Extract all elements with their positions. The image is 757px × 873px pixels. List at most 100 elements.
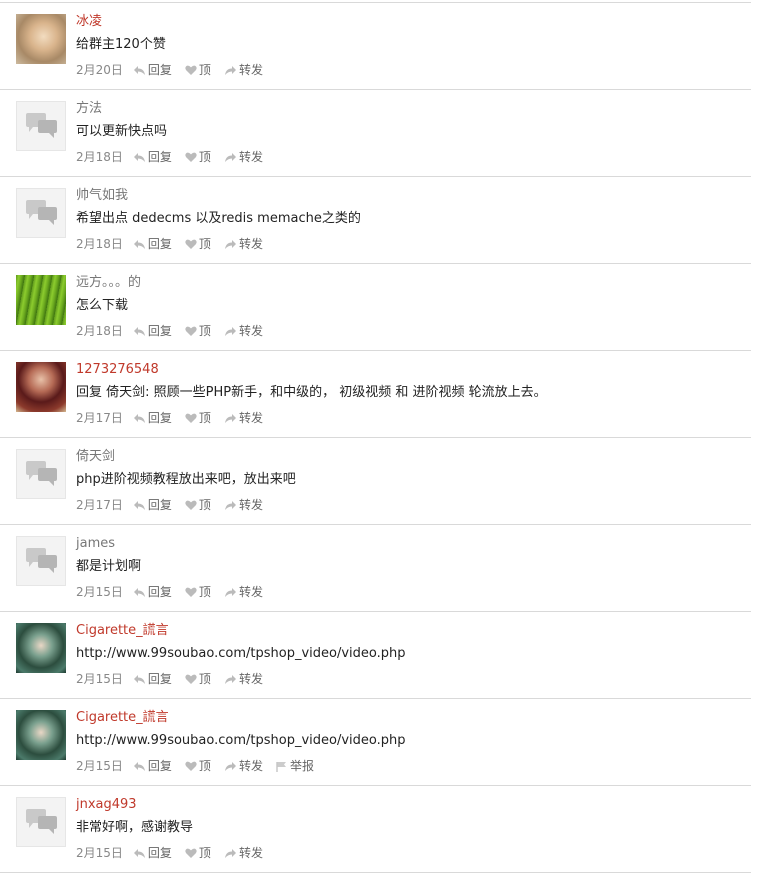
comment-date: 2月15日 (76, 585, 123, 599)
forward-button[interactable]: 转发 (224, 757, 263, 775)
comment-text: 回复 倚天剑: 照顾一些PHP新手，和中级的， 初级视频 和 进阶视频 轮流放上… (76, 385, 547, 400)
reply-button[interactable]: 回复 (133, 496, 172, 514)
reply-icon (133, 587, 145, 597)
reply-label: 回复 (147, 498, 172, 512)
like-button[interactable]: 顶 (185, 235, 211, 253)
reply-button[interactable]: 回复 (133, 583, 172, 601)
user-avatar[interactable] (16, 710, 66, 760)
comment-actions: 2月18日 回复 顶 转发 (76, 235, 276, 253)
default-avatar[interactable] (16, 101, 66, 151)
like-button[interactable]: 顶 (185, 757, 211, 775)
comment-author[interactable]: 远方。。。的 (76, 274, 141, 292)
forward-button[interactable]: 转发 (224, 235, 263, 253)
chat-bubbles-icon (26, 113, 57, 138)
forward-button[interactable]: 转发 (224, 322, 263, 340)
user-avatar[interactable] (16, 362, 66, 412)
reply-button[interactable]: 回复 (133, 235, 172, 253)
comment-author[interactable]: 冰凌 (76, 13, 102, 31)
forward-button[interactable]: 转发 (224, 844, 263, 862)
comment-list: 冰凌 给群主120个赞 2月20日 回复顶转发 方法 可以更新快点吗 2月18日 回复顶转发帅… (0, 2, 751, 873)
comment-text: http://www.99soubao.com/tpshop_video/vid… (76, 733, 406, 748)
comment-author[interactable]: 方法 (76, 100, 102, 118)
chat-bubbles-icon (26, 809, 57, 834)
forward-button[interactable]: 转发 (224, 670, 263, 688)
default-avatar[interactable] (16, 449, 66, 499)
comment-item: 帅气如我希望出点 dedecms 以及redis memache之类的 2月18日… (0, 177, 751, 264)
reply-button[interactable]: 回复 (133, 322, 172, 340)
reply-button[interactable]: 回复 (133, 670, 172, 688)
forward-button[interactable]: 转发 (224, 583, 263, 601)
comment-author[interactable]: 帅气如我 (76, 187, 128, 205)
forward-label: 转发 (238, 150, 263, 164)
comment-author[interactable]: james (76, 535, 115, 553)
heart-icon (185, 326, 197, 336)
reply-icon (133, 848, 145, 858)
reply-icon (133, 761, 145, 771)
like-button[interactable]: 顶 (185, 148, 211, 166)
like-label: 顶 (198, 498, 211, 512)
forward-button[interactable]: 转发 (224, 148, 263, 166)
like-button[interactable]: 顶 (185, 409, 211, 427)
reply-button[interactable]: 回复 (133, 844, 172, 862)
forward-button[interactable]: 转发 (224, 61, 263, 79)
heart-icon (185, 848, 197, 858)
like-label: 顶 (198, 411, 211, 425)
comment-author[interactable]: 1273276548 (76, 361, 159, 379)
reply-label: 回复 (147, 324, 172, 338)
heart-icon (185, 761, 197, 771)
comment-text: 都是计划啊 (76, 559, 142, 574)
forward-icon (224, 674, 236, 684)
like-label: 顶 (198, 585, 211, 599)
default-avatar[interactable] (16, 797, 66, 847)
reply-label: 回复 (147, 846, 172, 860)
forward-button[interactable]: 转发 (224, 496, 263, 514)
like-button[interactable]: 顶 (185, 61, 211, 79)
heart-icon (185, 239, 197, 249)
reply-button[interactable]: 回复 (133, 61, 172, 79)
user-avatar[interactable] (16, 275, 66, 325)
comment-actions: 2月18日 回复 顶 转发 (76, 322, 276, 340)
like-button[interactable]: 顶 (185, 583, 211, 601)
comment-item: Cigarette_謊言 http://www.99soubao.com/tpsh… (0, 699, 751, 786)
reply-icon (133, 239, 145, 249)
comment-date: 2月18日 (76, 324, 123, 338)
comment-text: 希望出点 dedecms 以及redis memache之类的 (76, 211, 361, 226)
heart-icon (185, 413, 197, 423)
reply-label: 回复 (147, 237, 172, 251)
forward-button[interactable]: 转发 (224, 409, 263, 427)
comment-date: 2月20日 (76, 63, 123, 77)
reply-button[interactable]: 回复 (133, 148, 172, 166)
comment-author[interactable]: Cigarette_謊言 (76, 622, 169, 640)
reply-icon (133, 152, 145, 162)
report-button[interactable]: 举报 (276, 757, 314, 775)
user-avatar[interactable] (16, 14, 66, 64)
like-button[interactable]: 顶 (185, 670, 211, 688)
forward-icon (224, 587, 236, 597)
comment-author[interactable]: Cigarette_謊言 (76, 709, 169, 727)
reply-button[interactable]: 回复 (133, 409, 172, 427)
forward-label: 转发 (238, 672, 263, 686)
like-button[interactable]: 顶 (185, 844, 211, 862)
default-avatar[interactable] (16, 536, 66, 586)
default-avatar[interactable] (16, 188, 66, 238)
forward-label: 转发 (238, 759, 263, 773)
comment-item: 冰凌 给群主120个赞 2月20日 回复 顶 转发 (0, 3, 751, 90)
reply-button[interactable]: 回复 (133, 757, 172, 775)
forward-icon (224, 500, 236, 510)
forward-label: 转发 (238, 846, 263, 860)
comment-author[interactable]: 倚天剑 (76, 448, 115, 466)
comment-item: jnxag493 非常好啊，感谢教导 2月15日 回复 顶 转发 (0, 786, 751, 873)
comment-date: 2月18日 (76, 237, 123, 251)
like-label: 顶 (198, 150, 211, 164)
like-button[interactable]: 顶 (185, 496, 211, 514)
forward-icon (224, 848, 236, 858)
comment-author[interactable]: jnxag493 (76, 796, 137, 814)
forward-label: 转发 (238, 237, 263, 251)
comment-actions: 2月17日 回复 顶 转发 (76, 409, 276, 427)
comment-actions: 2月18日 回复 顶 转发 (76, 148, 276, 166)
user-avatar[interactable] (16, 623, 66, 673)
like-button[interactable]: 顶 (185, 322, 211, 340)
comment-item: 1273276548 回复 倚天剑: 照顾一些PHP新手，和中级的， 初级视频 和… (0, 351, 751, 438)
comment-text: 怎么下载 (76, 298, 129, 313)
comment-date: 2月17日 (76, 411, 123, 425)
